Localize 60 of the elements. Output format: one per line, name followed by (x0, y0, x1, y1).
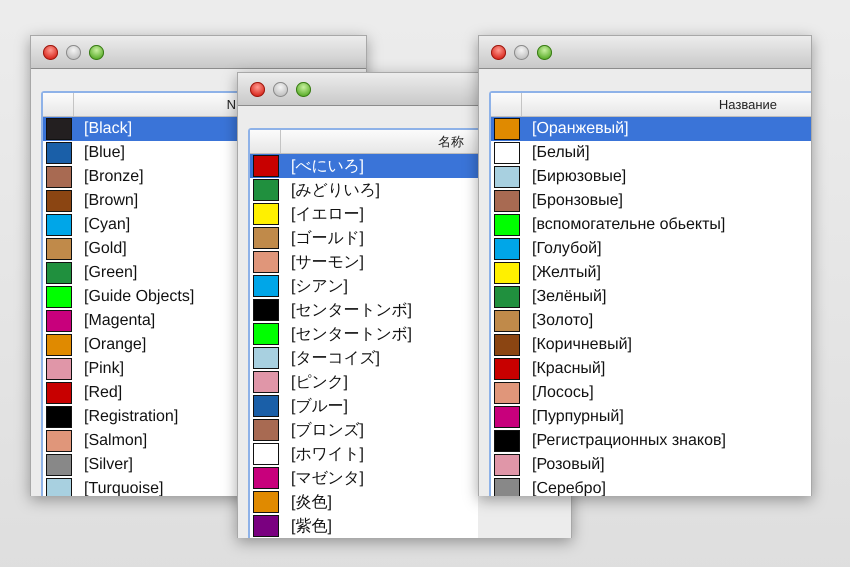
list-row[interactable]: [Пурпурный] (491, 405, 811, 429)
list-row[interactable]: [Silver] (43, 453, 237, 477)
list-row[interactable]: [炎色] (250, 490, 478, 514)
list-row[interactable]: [みどりいろ] (250, 178, 478, 202)
list-row[interactable]: [Gold] (43, 237, 237, 261)
list-row[interactable]: [Регистрационных знаков] (491, 429, 811, 453)
list-row[interactable]: [Желтый] (491, 261, 811, 285)
column-header[interactable]: N (226, 97, 236, 112)
list-row[interactable]: [Бронзовые] (491, 189, 811, 213)
list-row[interactable]: [Black] (43, 117, 237, 141)
list-row[interactable]: [Bronze] (43, 165, 237, 189)
zoom-button[interactable] (537, 44, 552, 60)
list-row[interactable]: [Brown] (43, 189, 237, 213)
list-row[interactable]: [Красный] (491, 357, 811, 381)
close-button[interactable] (250, 82, 265, 96)
list-row[interactable]: [紫色] (250, 514, 478, 538)
list-row[interactable]: [вспомогательне обьекты] (491, 213, 811, 237)
minimize-button[interactable] (66, 44, 81, 60)
list-row[interactable]: [Orange] (43, 333, 237, 357)
list-row[interactable]: [センタートンボ] (250, 322, 478, 346)
column-header[interactable]: Название (718, 97, 777, 112)
list-row[interactable]: [Pink] (43, 357, 237, 381)
list-row[interactable]: [ゴールド] (250, 226, 478, 250)
list-row[interactable]: [サーモン] (250, 250, 478, 274)
list-row[interactable]: [Turquoise] (43, 477, 237, 496)
list-row[interactable]: [Magenta] (43, 309, 237, 333)
list-row[interactable]: [Лосось] (491, 381, 811, 405)
list-row[interactable]: [Розовый] (491, 453, 811, 477)
list-row[interactable]: [イエロー] (250, 202, 478, 226)
list-row[interactable]: [シアン] (250, 274, 478, 298)
list-row[interactable]: [ターコイズ] (250, 346, 478, 370)
list-row[interactable]: [マゼンタ] (250, 466, 478, 490)
list-row[interactable]: [Blue] (43, 141, 237, 165)
list-row[interactable]: [ピンク] (250, 370, 478, 394)
list-row[interactable]: [Guide Objects] (43, 285, 237, 309)
column-header[interactable]: 名称 (438, 132, 464, 150)
minimize-button[interactable] (273, 82, 288, 96)
list-row[interactable]: [Salmon] (43, 429, 237, 453)
list-row[interactable]: [Green] (43, 261, 237, 285)
list-row[interactable]: [ブルー] (250, 394, 478, 418)
list-row[interactable]: [ブロンズ] (250, 418, 478, 442)
list-row[interactable]: [Registration] (43, 405, 237, 429)
list-row[interactable]: [Зелёный] (491, 285, 811, 309)
list-row[interactable]: [ホワイト] (250, 442, 478, 466)
close-button[interactable] (491, 44, 506, 60)
close-button[interactable] (43, 44, 58, 60)
zoom-button[interactable] (89, 44, 104, 60)
minimize-button[interactable] (514, 44, 529, 60)
list-row[interactable]: [Серебро] (491, 477, 811, 496)
zoom-button[interactable] (296, 82, 311, 96)
list-row[interactable]: [Золото] (491, 309, 811, 333)
list-row[interactable]: [Белый] (491, 141, 811, 165)
list-row[interactable]: [Red] (43, 381, 237, 405)
list-row[interactable]: [Оранжевый] (491, 117, 811, 141)
list-row[interactable]: [Коричневый] (491, 333, 811, 357)
list-row[interactable]: [センタートンボ] (250, 298, 478, 322)
list-row[interactable]: [Бирюзовые] (491, 165, 811, 189)
list-row[interactable]: [Cyan] (43, 213, 237, 237)
list-row[interactable]: [べにいろ] (250, 154, 478, 178)
list-row[interactable]: [Голубой] (491, 237, 811, 261)
